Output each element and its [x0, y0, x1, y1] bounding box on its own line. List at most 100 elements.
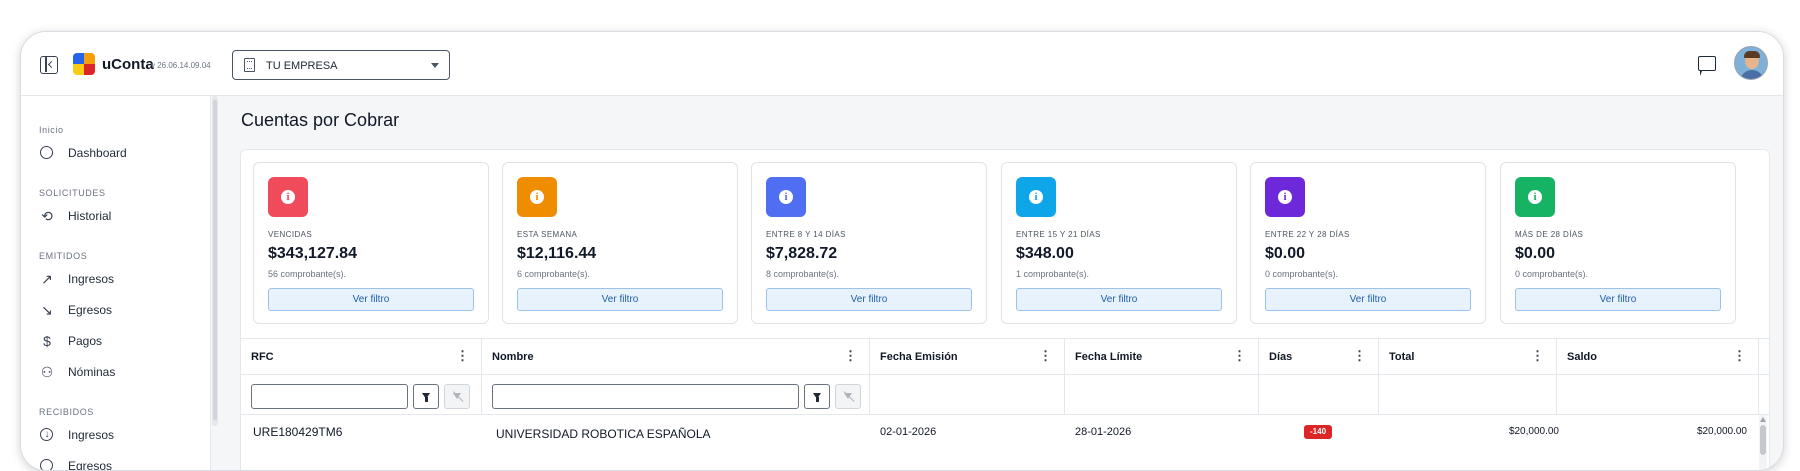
- sidebar-section-solicitudes: SOLICITUDES: [39, 188, 106, 198]
- info-icon: [766, 177, 806, 217]
- filter-icon[interactable]: [413, 384, 439, 409]
- filter-cell-empty: [1557, 375, 1759, 415]
- ver-filtro-button[interactable]: Ver filtro: [766, 288, 972, 311]
- column-header-saldo[interactable]: Saldo ⋮: [1557, 339, 1759, 375]
- card-count: 0 comprobante(s).: [1265, 269, 1339, 279]
- column-header-fecha-limite[interactable]: Fecha Límite ⋮: [1065, 339, 1259, 375]
- history-icon: ⟲: [41, 208, 53, 224]
- column-header-nombre[interactable]: Nombre ⋮: [482, 339, 870, 375]
- sidebar-section-emitidos: EMITIDOS: [39, 251, 88, 261]
- sidebar-item-label: Egresos: [68, 459, 113, 471]
- receivables-table: RFC ⋮ Nombre ⋮ Fecha Emisión ⋮ Fecha Lím…: [241, 338, 1769, 470]
- rfc-filter-input[interactable]: [251, 384, 408, 409]
- info-icon: [1265, 177, 1305, 217]
- summary-card-22-28-dias: ENTRE 22 Y 28 DÍAS $0.00 0 comprobante(s…: [1250, 162, 1486, 324]
- ver-filtro-button[interactable]: Ver filtro: [1016, 288, 1222, 311]
- card-amount: $343,127.84: [268, 245, 357, 262]
- table-header: RFC ⋮ Nombre ⋮ Fecha Emisión ⋮ Fecha Lím…: [241, 339, 1769, 375]
- company-select[interactable]: TU EMPRESA: [232, 50, 450, 80]
- sidebar-item-emitidos-ingresos[interactable]: ↗ Ingresos: [39, 269, 199, 289]
- ver-filtro-button[interactable]: Ver filtro: [268, 288, 474, 311]
- summary-card-vencidas: VENCIDAS $343,127.84 56 comprobante(s). …: [253, 162, 489, 324]
- cell-rfc: URE180429TM6: [253, 425, 343, 439]
- circle-icon: [39, 458, 55, 470]
- sidebar-item-label: Historial: [68, 209, 112, 223]
- column-menu-icon[interactable]: ⋮: [1733, 349, 1746, 362]
- scroll-up-icon[interactable]: [1760, 417, 1766, 422]
- column-menu-icon[interactable]: ⋮: [1353, 349, 1366, 362]
- app-logo: [73, 53, 95, 75]
- app-window: uConta v 26.06.14.09.04 TU EMPRESA Inici…: [20, 31, 1784, 471]
- app-name: uConta: [102, 56, 154, 73]
- sidebar-item-label: Dashboard: [68, 146, 127, 160]
- card-caption: VENCIDAS: [268, 230, 313, 239]
- clear-filter-icon[interactable]: [835, 384, 861, 409]
- sidebar-item-pagos[interactable]: $ Pagos: [39, 331, 199, 351]
- cell-total: $20,000.00: [1508, 426, 1559, 437]
- info-icon: [1016, 177, 1056, 217]
- clear-filter-icon[interactable]: [444, 384, 470, 409]
- download-circle-icon: ↓: [39, 427, 55, 443]
- filter-cell-empty: [1065, 375, 1259, 415]
- sidebar-item-label: Nóminas: [68, 365, 116, 379]
- sidebar-item-emitidos-egresos[interactable]: ↘ Egresos: [39, 300, 199, 320]
- scroll-thumb[interactable]: [1760, 425, 1766, 455]
- sidebar-section-inicio: Inicio: [39, 125, 64, 135]
- table-row[interactable]: URE180429TM6 UNIVERSIDAD ROBOTICA ESPAÑO…: [241, 415, 1769, 445]
- column-menu-icon[interactable]: ⋮: [456, 349, 469, 362]
- building-icon: [244, 58, 255, 72]
- top-bar: uConta v 26.06.14.09.04 TU EMPRESA: [21, 32, 1783, 96]
- sidebar-item-nominas[interactable]: ⚇ Nóminas: [39, 362, 199, 382]
- card-amount: $0.00: [1265, 245, 1306, 262]
- filter-cell-nombre: [482, 375, 870, 415]
- card-caption: ESTA SEMANA: [517, 230, 578, 239]
- card-amount: $7,828.72: [766, 245, 838, 262]
- chevron-down-icon: [431, 63, 439, 68]
- avatar[interactable]: [1734, 46, 1768, 80]
- sidebar-item-label: Ingresos: [68, 428, 115, 442]
- summary-card-8-14-dias: ENTRE 8 Y 14 DÍAS $7,828.72 8 comprobant…: [751, 162, 987, 324]
- card-caption: ENTRE 8 Y 14 DÍAS: [766, 230, 846, 239]
- column-header-rfc[interactable]: RFC ⋮: [241, 339, 482, 375]
- app-version: v 26.06.14.09.04: [151, 61, 211, 70]
- sidebar: Inicio Dashboard SOLICITUDES ⟲ Historial…: [21, 96, 211, 470]
- table-scrollbar[interactable]: [1759, 415, 1767, 470]
- company-select-value: TU EMPRESA: [266, 60, 338, 72]
- nombre-filter-input[interactable]: [492, 384, 799, 409]
- chat-icon[interactable]: [1698, 56, 1716, 76]
- sidebar-item-historial[interactable]: ⟲ Historial: [39, 206, 199, 226]
- card-count: 1 comprobante(s).: [1016, 269, 1090, 279]
- column-header-dias[interactable]: Días ⋮: [1259, 339, 1379, 375]
- info-icon: [268, 177, 308, 217]
- column-menu-icon[interactable]: ⋮: [1233, 349, 1246, 362]
- filter-cell-rfc: [241, 375, 482, 415]
- filter-cell-empty: [1259, 375, 1379, 415]
- ver-filtro-button[interactable]: Ver filtro: [517, 288, 723, 311]
- filter-row: [241, 375, 1769, 415]
- summary-card-15-21-dias: ENTRE 15 Y 21 DÍAS $348.00 1 comprobante…: [1001, 162, 1237, 324]
- trend-up-icon: ↗: [41, 271, 53, 287]
- ver-filtro-button[interactable]: Ver filtro: [1265, 288, 1471, 311]
- column-menu-icon[interactable]: ⋮: [1039, 349, 1052, 362]
- filter-cell-empty: [870, 375, 1065, 415]
- column-menu-icon[interactable]: ⋮: [1531, 349, 1544, 362]
- filter-icon[interactable]: [804, 384, 830, 409]
- column-header-total[interactable]: Total ⋮: [1379, 339, 1557, 375]
- sidebar-toggle-icon[interactable]: [40, 56, 58, 74]
- sidebar-item-recibidos-egresos[interactable]: Egresos: [39, 456, 199, 471]
- card-count: 0 comprobante(s).: [1515, 269, 1589, 279]
- column-header-fecha-emision[interactable]: Fecha Emisión ⋮: [870, 339, 1065, 375]
- card-amount: $348.00: [1016, 245, 1074, 262]
- ver-filtro-button[interactable]: Ver filtro: [1515, 288, 1721, 311]
- card-amount: $12,116.44: [517, 245, 597, 262]
- card-count: 6 comprobante(s).: [517, 269, 591, 279]
- card-caption: ENTRE 15 Y 21 DÍAS: [1016, 230, 1101, 239]
- sidebar-item-recibidos-ingresos[interactable]: ↓ Ingresos: [39, 425, 199, 445]
- content-panel: VENCIDAS $343,127.84 56 comprobante(s). …: [240, 149, 1770, 470]
- column-menu-icon[interactable]: ⋮: [844, 349, 857, 362]
- dollar-icon: $: [43, 333, 51, 349]
- card-amount: $0.00: [1515, 245, 1556, 262]
- sidebar-item-dashboard[interactable]: Dashboard: [39, 143, 199, 163]
- sidebar-scrollbar[interactable]: [212, 96, 218, 426]
- info-icon: [1515, 177, 1555, 217]
